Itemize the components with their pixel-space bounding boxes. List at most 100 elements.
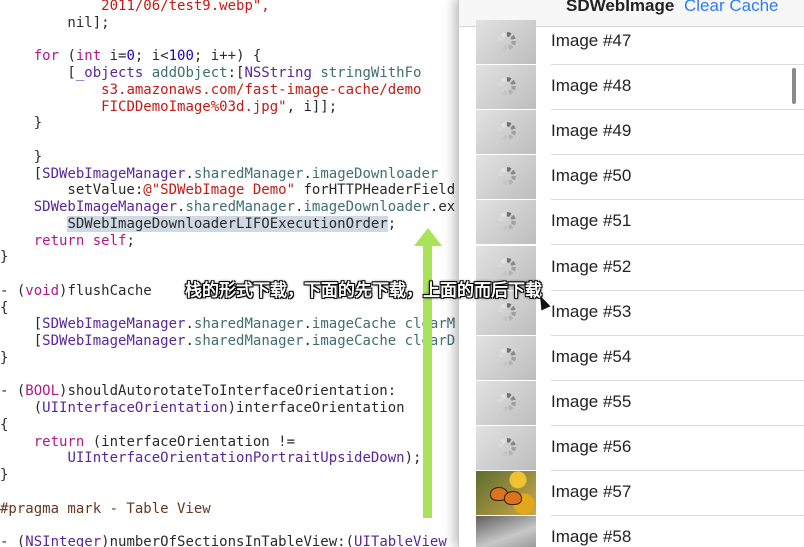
code-token: #pragma mark - Table View	[0, 500, 211, 517]
code-token: .	[303, 333, 312, 349]
table-row[interactable]: Image #51	[459, 200, 804, 246]
code-token: .	[303, 165, 312, 182]
code-line: #pragma mark - Table View	[0, 501, 211, 518]
code-token: [	[0, 165, 43, 182]
code-token: UIInterfaceOrientation	[42, 400, 228, 416]
row-label: Image #48	[551, 76, 632, 96]
code-line: [SDWebImageManager.sharedManager.imageCa…	[0, 316, 456, 333]
code-token: ;	[387, 215, 397, 232]
loading-spinner-icon	[498, 347, 516, 366]
loading-spinner-icon	[498, 437, 516, 456]
table-row[interactable]: Image #56	[459, 425, 804, 471]
nav-title: SDWebImage	[566, 0, 675, 15]
loading-spinner-icon	[498, 167, 516, 186]
table-row[interactable]: Image #48	[459, 65, 804, 111]
row-thumbnail	[476, 200, 536, 245]
code-token: nil];	[0, 14, 110, 31]
code-token: SDWebImageManager	[42, 316, 186, 333]
row-thumbnail	[476, 155, 536, 200]
row-thumbnail	[476, 471, 536, 515]
code-token: imageDownloader	[303, 199, 430, 215]
table-row[interactable]: Image #47	[459, 20, 804, 65]
code-line: return self;	[0, 233, 135, 250]
table-row[interactable]: Image #49	[459, 110, 804, 156]
code-token: addObject	[151, 65, 228, 81]
row-label: Image #50	[551, 166, 632, 186]
code-token: )numberOfSectionsInTableView:(	[101, 534, 355, 547]
code-token: 100	[168, 48, 194, 65]
code-line: return (interfaceOrientation !=	[0, 434, 295, 451]
code-line: [SDWebImageManager.sharedManager.imageCa…	[0, 333, 456, 350]
ios-simulator-window[interactable]: SDWebImage Clear Cache Image #47 Image #4…	[458, 0, 804, 547]
row-label: Image #47	[551, 31, 632, 50]
row-thumbnail	[476, 380, 536, 425]
loading-spinner-icon	[498, 122, 516, 141]
table-row[interactable]: Image #57	[459, 471, 804, 516]
code-token: [	[0, 65, 76, 81]
table-row[interactable]: Image #55	[459, 380, 804, 426]
code-token: }	[0, 148, 43, 165]
code-line: - (BOOL)shouldAutorotateToInterfaceOrien…	[0, 383, 396, 400]
row-thumbnail	[476, 516, 536, 547]
code-token: i=	[101, 48, 127, 65]
code-token: NSString	[244, 65, 312, 81]
code-token: return	[33, 433, 85, 450]
code-token: int	[75, 48, 102, 65]
code-token: BOOL	[25, 383, 60, 400]
code-token: - (	[0, 383, 26, 400]
scrollbar-thumb[interactable]	[792, 68, 796, 104]
table-row[interactable]: Image #54	[459, 335, 804, 381]
code-token: 2011/06/test9.webp",	[101, 0, 270, 14]
code-line: FICDDemoImage%03d.jpg", i]];	[0, 99, 337, 116]
clear-cache-button[interactable]: Clear Cache	[684, 0, 779, 16]
table-row[interactable]: Image #50	[459, 155, 804, 201]
code-token: .	[303, 316, 312, 333]
row-label: Image #52	[551, 256, 632, 276]
table-row[interactable]: Image #58	[459, 516, 804, 547]
code-token: }	[0, 115, 43, 132]
row-label: Image #57	[551, 482, 632, 501]
code-line: [SDWebImageManager.sharedManager.imageDo…	[0, 165, 439, 183]
code-token: (	[59, 48, 76, 65]
code-line: [_objects addObject:[NSString stringWith…	[0, 65, 421, 82]
code-token: .	[185, 316, 194, 333]
code-line: - (void)flushCache	[0, 283, 152, 300]
code-line: {	[0, 417, 8, 434]
code-line: {	[0, 300, 8, 317]
code-line: SDWebImageManager.sharedManager.imageDow…	[0, 199, 455, 216]
code-token: s3.amazonaws.com/fast-image-cache/demo	[101, 81, 422, 98]
row-thumbnail	[476, 335, 536, 380]
code-token: :[	[227, 65, 245, 81]
row-thumbnail	[476, 425, 536, 470]
code-token: @"SDWebImage Demo"	[143, 182, 296, 199]
code-token: }	[0, 249, 9, 266]
loading-spinner-icon	[498, 302, 516, 321]
row-label: Image #58	[551, 527, 632, 547]
code-token: SDWebImageManager	[33, 199, 178, 215]
code-token: ;	[126, 232, 135, 249]
code-token: );	[404, 450, 422, 467]
grayscale-photo	[476, 516, 536, 547]
code-line: 2011/06/test9.webp",	[0, 0, 270, 15]
code-token: ; i<	[134, 48, 169, 65]
video-subtitle: 栈的形式下载，下面的先下载，上面的而后下载	[185, 281, 542, 301]
code-token: return	[33, 232, 85, 249]
code-line: for (int i=0; i<100; i++) {	[0, 48, 262, 65]
code-token: }	[0, 349, 9, 366]
code-token: ; i++) {	[193, 48, 262, 65]
code-token: void	[25, 282, 60, 299]
code-token: }	[0, 467, 9, 483]
code-token: )interfaceOrientation	[227, 400, 405, 416]
code-line: (UIInterfaceOrientation)interfaceOrienta…	[0, 400, 405, 417]
code-line: UIInterfaceOrientationPortraitUpsideDown…	[0, 450, 421, 467]
code-token: self	[92, 232, 127, 249]
loading-spinner-icon	[498, 257, 516, 276]
code-token: )flushCache	[59, 282, 152, 299]
code-token: )shouldAutorotateToInterfaceOrientation:	[59, 383, 397, 400]
